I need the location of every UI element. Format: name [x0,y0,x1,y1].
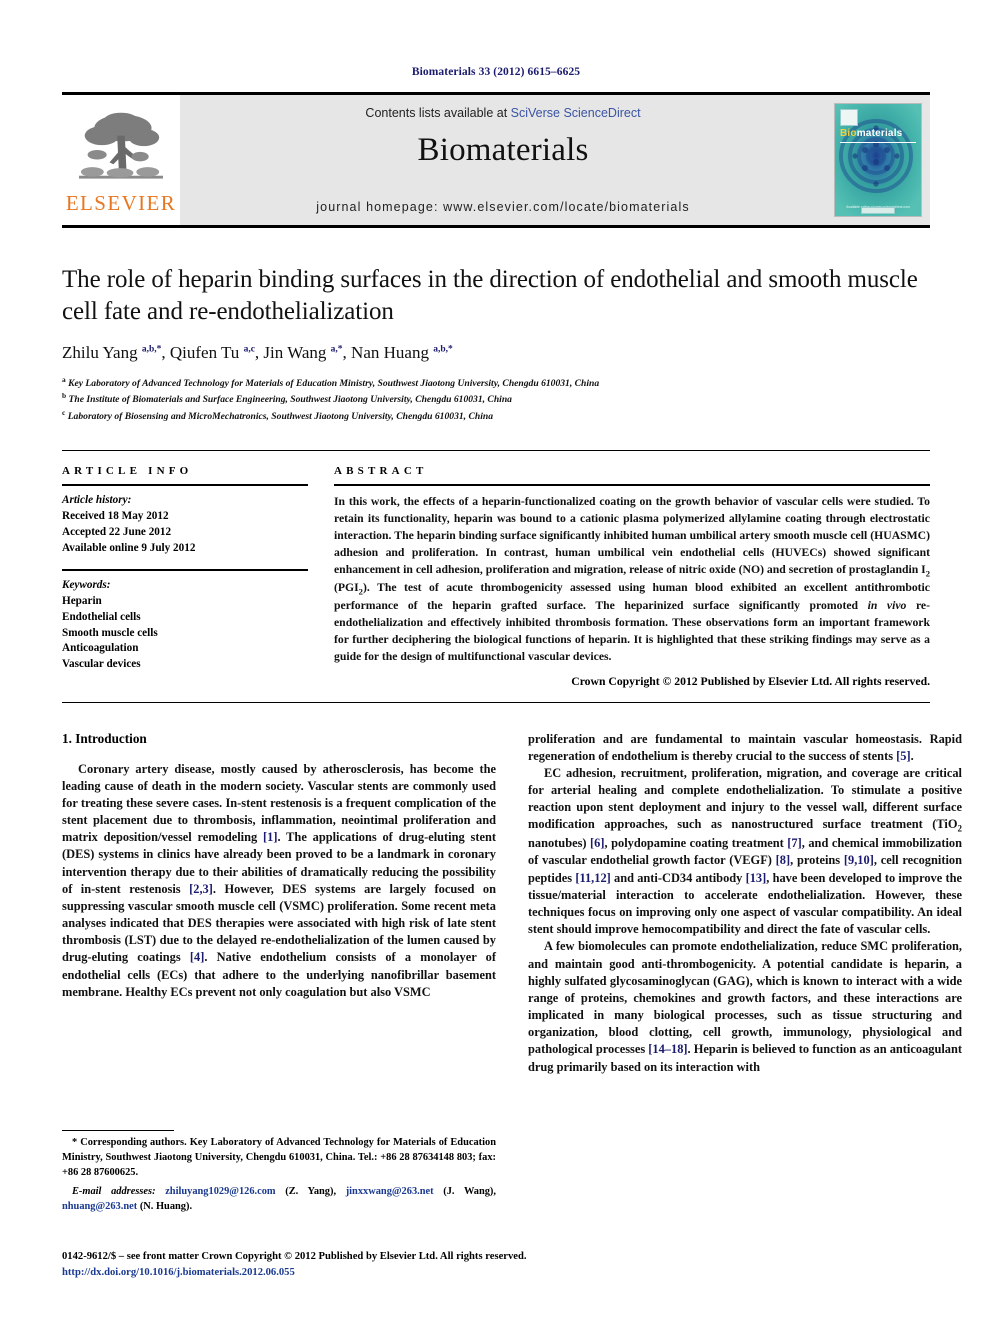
history-received: Received 18 May 2012 [62,510,169,523]
body-paragraph: EC adhesion, recruitment, proliferation,… [528,765,962,937]
info-top-divider [62,450,930,452]
corresponding-author-note: * Corresponding authors. Key Laboratory … [62,1137,496,1178]
journal-title: Biomaterials [417,132,589,168]
footnote-area: * Corresponding authors. Key Laboratory … [62,1130,496,1215]
contents-available-line: Contents lists available at SciVerse Sci… [365,106,640,120]
abstract-rule [334,484,930,487]
cover-journal-title: Biomaterials [840,128,902,139]
elsevier-tree-icon [79,112,163,179]
affiliation-c: c Laboratory of Biosensing and MicroMech… [62,408,930,424]
history-accepted: Accepted 22 June 2012 [62,526,172,539]
issn-doi-block: 0142-9612/$ – see front matter Crown Cop… [62,1249,930,1281]
keyword-item: Endothelial cells [62,610,141,623]
sciencedirect-link[interactable]: SciVerse ScienceDirect [511,106,641,120]
body-paragraph: proliferation and are fundamental to mai… [528,731,962,763]
info-abstract-region: ARTICLE INFO Article history: Received 1… [62,465,930,688]
body-paragraph: A few biomolecules can promote endotheli… [528,939,963,1074]
page-title: The role of heparin binding surfaces in … [62,266,918,325]
keyword-item: Anticoagulation [62,642,139,655]
issn-line: 0142-9612/$ – see front matter Crown Cop… [62,1251,527,1263]
body-paragraph: Coronary artery disease, mostly caused b… [62,761,497,999]
affiliation-text-b: The Institute of Biomaterials and Surfac… [68,394,512,406]
email-label: E-mail addresses: [72,1186,156,1198]
keywords-body: Keywords: Heparin Endothelial cells Smoo… [62,578,308,673]
journal-article-page: Biomaterials 33 (2012) 6615–6625 ELSEVIE… [0,0,992,1323]
article-history-block: Article history: Received 18 May 2012 Ac… [62,493,308,557]
cover-publisher-badge [840,109,858,126]
affiliation-text-c: Laboratory of Biosensing and MicroMechat… [67,411,493,423]
abstract-heading: ABSTRACT [334,465,428,478]
affiliation-text-a: Key Laboratory of Advanced Technology fo… [68,378,600,390]
doi-link[interactable]: http://dx.doi.org/10.1016/j.biomaterials… [62,1265,930,1281]
affiliation-list: a Key Laboratory of Advanced Technology … [62,375,930,424]
abstract-column: ABSTRACT In this work, the effects of a … [334,465,930,688]
keywords-block: Keywords: Heparin Endothelial cells Smoo… [62,568,308,673]
article-info-heading: ARTICLE INFO [62,465,193,478]
cover-divider [840,142,916,143]
keyword-item: Smooth muscle cells [62,626,158,639]
keywords-label: Keywords: [62,578,111,591]
affiliation-b: b The Institute of Biomaterials and Surf… [62,391,930,407]
abstract-copyright: Crown Copyright © 2012 Published by Else… [571,674,930,688]
journal-cover-image: Biomaterials Available online at www.sci… [834,103,922,217]
keyword-item: Vascular devices [62,658,141,671]
affiliation-marker-b: b [62,391,67,401]
article-history-label: Article history: [62,494,132,507]
cover-bottom-bar [861,207,895,214]
affiliation-a: a Key Laboratory of Advanced Technology … [62,375,930,391]
abstract-text: In this work, the effects of a heparin-f… [334,495,930,663]
title-block: The role of heparin binding surfaces in … [62,264,930,424]
section-heading-introduction: 1. Introduction [62,730,147,746]
affiliation-marker-c: c [62,407,66,417]
email-note: E-mail addresses: zhiluyang1029@126.com … [62,1185,496,1215]
author-list: Zhilu Yang a,b,*, Qiufen Tu a,c, Jin Wan… [62,343,453,362]
elsevier-wordmark: ELSEVIER [65,190,177,215]
history-online: Available online 9 July 2012 [62,541,196,554]
info-bottom-divider [62,701,930,703]
keywords-rule [62,568,308,571]
cover-title-part2: materials [856,128,903,139]
footnote-divider [62,1130,174,1132]
running-head: Biomaterials 33 (2012) 6615–6625 [411,66,581,78]
elsevier-logo: ELSEVIER [62,95,180,225]
article-info-column: ARTICLE INFO Article history: Received 1… [62,465,308,687]
body-column-right: proliferation and are fundamental to mai… [528,731,962,1201]
journal-masthead: ELSEVIER Contents lists available at Sci… [62,92,930,228]
journal-homepage-link[interactable]: journal homepage: www.elsevier.com/locat… [316,200,689,214]
affiliation-marker-a: a [62,375,66,385]
contents-prefix: Contents lists available at [365,106,511,120]
article-info-rule [62,484,308,487]
masthead-center: Contents lists available at SciVerse Sci… [180,95,826,225]
keyword-item: Heparin [62,594,102,607]
journal-cover-container: Biomaterials Available online at www.sci… [826,95,930,225]
cover-title-part1: Bio [840,128,857,139]
